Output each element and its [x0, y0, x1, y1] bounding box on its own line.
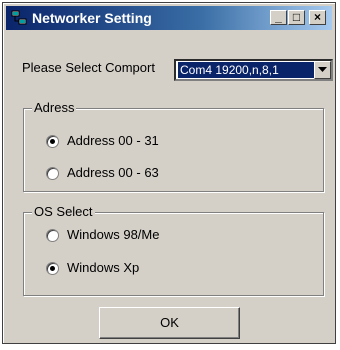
address-option-label: Address 00 - 63 [67, 165, 159, 180]
os-option-label: Windows 98/Me [67, 227, 160, 242]
radio-checked[interactable] [46, 262, 59, 275]
comport-label: Please Select Comport [22, 60, 155, 75]
dropdown-button[interactable] [314, 61, 331, 79]
window-title: Networker Setting [32, 10, 152, 26]
ok-button[interactable]: OK [99, 307, 240, 339]
maximize-icon: □ [292, 10, 301, 24]
comport-selected-value: Com4 19200,n,8,1 [178, 62, 314, 78]
networker-setting-window: Networker Setting _ □ × Please Select Co… [2, 2, 336, 344]
maximize-button[interactable]: □ [288, 10, 305, 25]
address-group-legend: Adress [32, 100, 77, 115]
minimize-icon: _ [275, 10, 282, 24]
radio-unchecked[interactable] [46, 167, 59, 180]
chevron-down-icon [318, 67, 327, 72]
os-select-group: OS Select Windows 98/Me Windows Xp [23, 204, 324, 296]
radio-dot-icon [50, 139, 55, 144]
comport-select[interactable]: Com4 19200,n,8,1 [174, 59, 333, 81]
close-icon: × [313, 10, 321, 24]
radio-unchecked[interactable] [46, 229, 59, 242]
address-option-label: Address 00 - 31 [67, 133, 159, 148]
minimize-button[interactable]: _ [270, 10, 287, 25]
os-option-label: Windows Xp [67, 260, 140, 275]
close-button[interactable]: × [309, 10, 326, 25]
os-group-legend: OS Select [32, 204, 95, 219]
radio-checked[interactable] [46, 135, 59, 148]
network-app-icon [11, 10, 27, 25]
radio-dot-icon [50, 266, 55, 271]
title-bar[interactable]: Networker Setting _ □ × [6, 6, 332, 30]
address-group: Adress Address 00 - 31 Address 00 - 63 [23, 100, 324, 192]
